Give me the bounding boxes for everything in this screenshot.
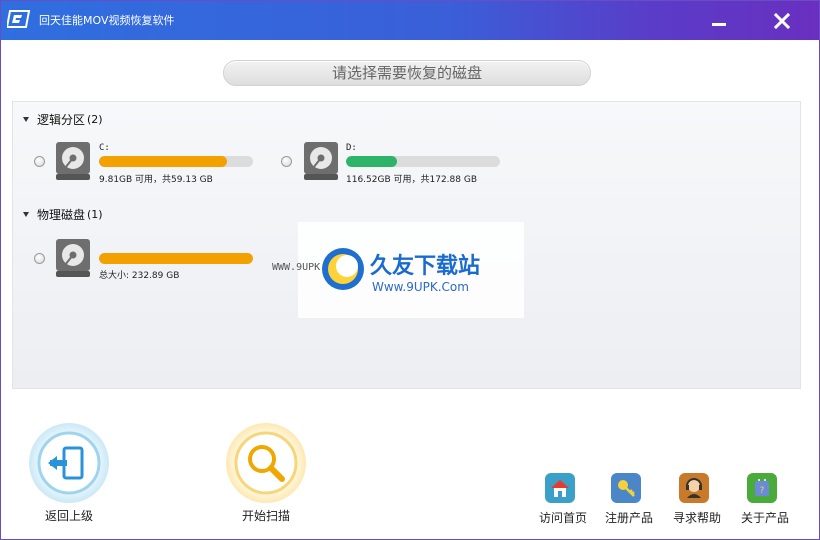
drive-usage-fill	[99, 156, 227, 167]
back-label: 返回上级	[44, 509, 93, 523]
close-button[interactable]	[767, 7, 797, 35]
tool-label: 关于产品	[740, 511, 789, 525]
tool-label: 注册产品	[604, 511, 653, 525]
watermark-logo-icon	[322, 248, 364, 290]
title-bar: 回天佳能MOV视频恢复软件	[1, 1, 819, 40]
drive-usage-fill	[346, 156, 397, 167]
minimize-button[interactable]	[704, 7, 734, 35]
drive-info: 9.81GB 可用，共59.13 GB	[99, 175, 213, 185]
app-window: 回天佳能MOV视频恢复软件 请选择需要恢复的磁盘 逻辑分区 (2) C: 9.8…	[0, 0, 820, 540]
group-label: 逻辑分区	[37, 113, 86, 127]
drive-name: C:	[99, 143, 110, 153]
drive-usage-fill	[99, 253, 253, 264]
watermark: WWW.9UPK.COM 久友下载站 Www.9UPK.Com	[272, 222, 524, 318]
drive-usage-bar	[99, 253, 253, 264]
group-count: (2)	[87, 113, 103, 126]
watermark-brand: 久友下载站	[370, 253, 481, 279]
watermark-site: Www.9UPK.Com	[372, 280, 469, 294]
window-title: 回天佳能MOV视频恢复软件	[39, 14, 175, 27]
collapse-triangle-icon	[23, 117, 29, 122]
start-scan-button[interactable]	[226, 423, 306, 503]
svg-text:?: ?	[760, 486, 765, 496]
disk-select-header: 请选择需要恢复的磁盘	[223, 60, 591, 86]
magnifier-icon	[234, 431, 298, 495]
drive-d-radio[interactable]	[281, 156, 292, 167]
home-icon	[545, 473, 575, 503]
back-exit-icon	[37, 431, 101, 495]
support-icon	[679, 473, 709, 503]
drive-info: 116.52GB 可用，共172.88 GB	[346, 175, 478, 185]
drive-info: 总大小: 232.89 GB	[99, 271, 180, 281]
hard-drive-icon	[304, 142, 338, 180]
physical-disk-radio[interactable]	[34, 253, 45, 264]
hard-drive-icon	[56, 239, 90, 277]
close-icon	[774, 13, 790, 29]
group-label: 物理磁盘	[37, 208, 86, 222]
group-physical-disks[interactable]: 物理磁盘 (1)	[23, 206, 103, 223]
drive-usage-bar	[346, 156, 500, 167]
drive-name: D:	[346, 143, 357, 153]
tool-label: 寻求帮助	[672, 511, 721, 525]
minimize-icon	[712, 23, 726, 26]
drive-usage-bar	[99, 156, 253, 167]
collapse-triangle-icon	[23, 212, 29, 217]
scan-label: 开始扫描	[241, 509, 290, 523]
group-logical-partitions[interactable]: 逻辑分区 (2)	[23, 111, 103, 128]
info-icon: ?	[747, 473, 777, 503]
bottom-toolbar: 返回上级 开始扫描 访问首页 注册产品 寻求帮助 ? 关于产品	[1, 407, 819, 539]
tool-label: 访问首页	[538, 511, 587, 525]
key-icon	[611, 473, 641, 503]
hard-drive-icon	[56, 142, 90, 180]
app-logo-icon	[7, 10, 31, 28]
back-button[interactable]	[29, 423, 109, 503]
drive-c-radio[interactable]	[34, 156, 45, 167]
group-count: (1)	[87, 208, 103, 221]
